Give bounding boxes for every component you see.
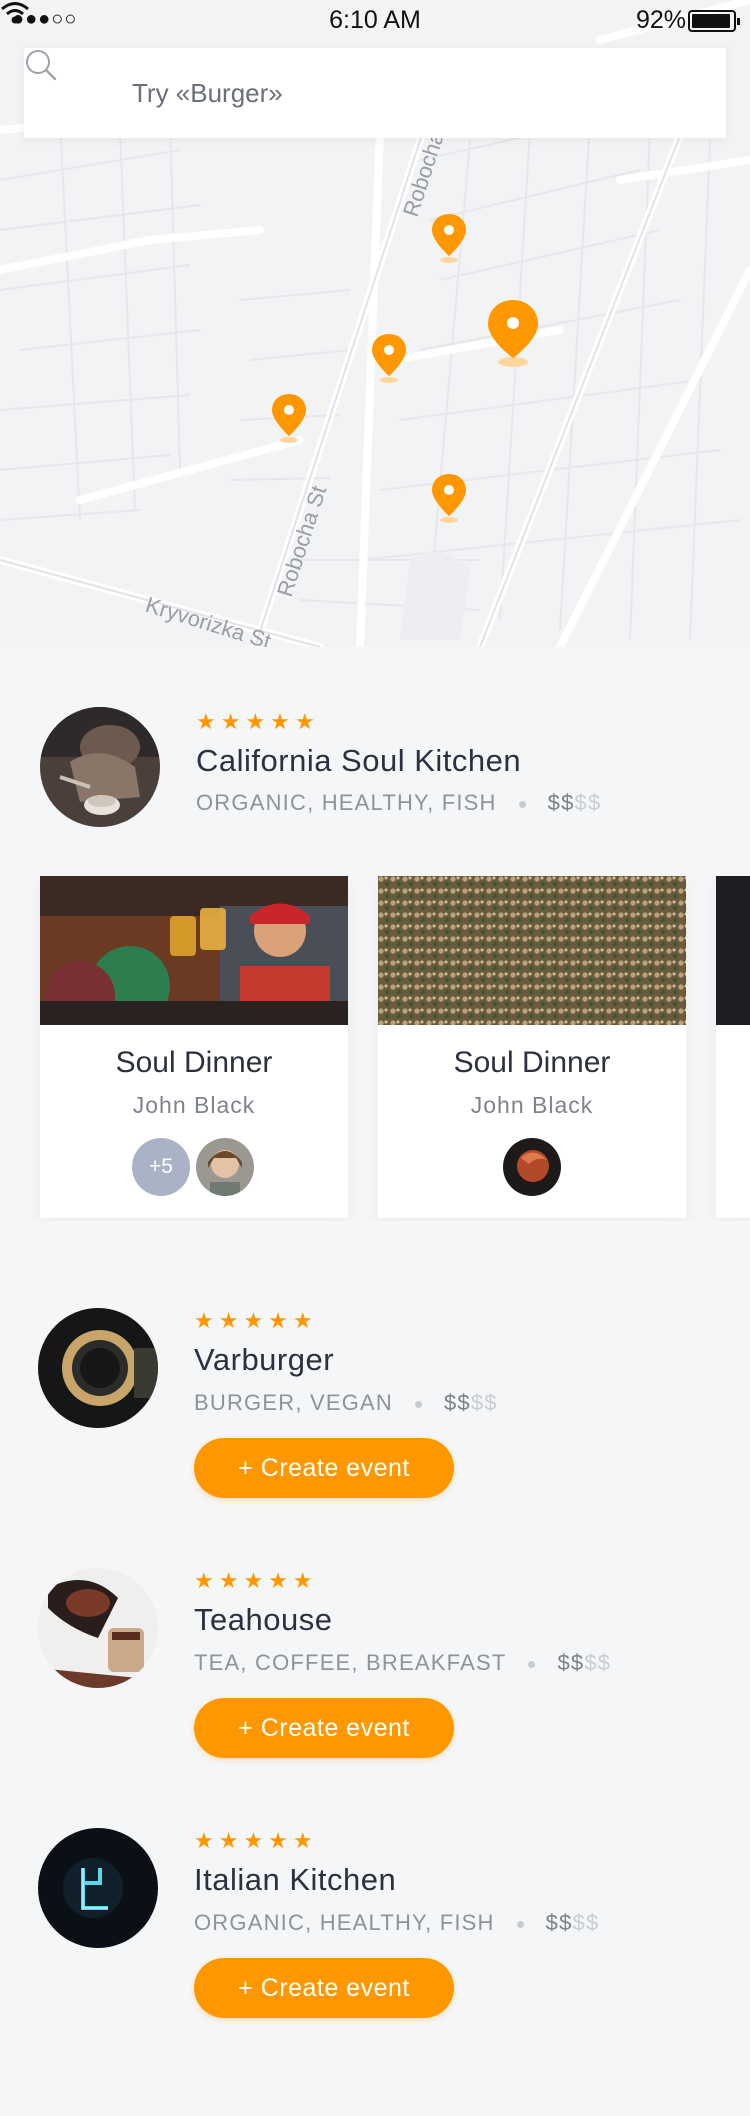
create-event-button[interactable]: + Create event bbox=[194, 1698, 454, 1758]
separator-dot bbox=[414, 1400, 422, 1408]
restaurant-tags-row: TEA, COFFEE, BREAKFAST $$$$ bbox=[194, 1650, 611, 1676]
price-level-active: $$ bbox=[557, 1650, 585, 1675]
guest-avatar[interactable] bbox=[503, 1138, 561, 1196]
map-marker-selected-icon[interactable] bbox=[486, 298, 540, 368]
restaurant-name: California Soul Kitchen bbox=[196, 743, 522, 778]
event-title: Soul Dinner bbox=[453, 1046, 611, 1079]
map-marker-icon[interactable] bbox=[430, 212, 468, 264]
event-card-partial[interactable] bbox=[716, 876, 750, 1218]
rating-stars: ★★★★★ bbox=[194, 1568, 318, 1593]
restaurant-tags: BURGER, VEGAN bbox=[194, 1390, 393, 1415]
rating-stars: ★★★★★ bbox=[194, 1828, 318, 1853]
event-image bbox=[716, 876, 750, 1025]
restaurant-tags-row: ORGANIC, HEALTHY, FISH $$$$ bbox=[196, 790, 601, 816]
restaurant-tags: ORGANIC, HEALTHY, FISH bbox=[196, 790, 497, 815]
restaurant-avatar bbox=[38, 1308, 158, 1428]
search-icon bbox=[26, 50, 57, 81]
restaurant-tags: TEA, COFFEE, BREAKFAST bbox=[194, 1650, 507, 1675]
price-level-inactive: $$ bbox=[574, 790, 602, 815]
create-event-button[interactable]: + Create event bbox=[194, 1438, 454, 1498]
restaurant-avatar bbox=[38, 1568, 158, 1688]
search-bar[interactable] bbox=[24, 48, 726, 138]
restaurant-tags: ORGANIC, HEALTHY, FISH bbox=[194, 1910, 495, 1935]
battery-percentage: 92% bbox=[635, 6, 686, 34]
event-host: John Black bbox=[132, 1092, 256, 1118]
events-carousel[interactable]: Soul Dinner John Black +5 Soul Dinner Jo… bbox=[0, 876, 750, 1221]
event-image bbox=[40, 876, 348, 1025]
separator-dot bbox=[518, 800, 526, 808]
extra-guests-badge[interactable]: +5 bbox=[132, 1138, 190, 1196]
rating-stars: ★★★★★ bbox=[196, 709, 320, 734]
map-view[interactable]: Robocha Robocha St Kryvorizka St ●●●○○ 6… bbox=[0, 0, 750, 647]
map-marker-icon[interactable] bbox=[270, 392, 308, 444]
restaurant-tags-row: ORGANIC, HEALTHY, FISH $$$$ bbox=[194, 1910, 599, 1936]
status-bar: ●●●○○ 6:10 AM 92% bbox=[0, 0, 750, 40]
price-level-active: $$ bbox=[547, 790, 575, 815]
price-level-active: $$ bbox=[443, 1390, 471, 1415]
map-marker-icon[interactable] bbox=[430, 472, 468, 524]
search-input[interactable] bbox=[132, 48, 692, 138]
restaurant-avatar bbox=[40, 707, 160, 827]
event-card[interactable]: Soul Dinner John Black bbox=[378, 876, 686, 1218]
event-card[interactable]: Soul Dinner John Black +5 bbox=[40, 876, 348, 1218]
price-level-active: $$ bbox=[545, 1910, 573, 1935]
rating-stars: ★★★★★ bbox=[194, 1308, 318, 1333]
guest-avatar[interactable] bbox=[196, 1138, 254, 1196]
app-root: Robocha Robocha St Kryvorizka St ●●●○○ 6… bbox=[0, 0, 750, 2116]
restaurant-avatar bbox=[38, 1828, 158, 1948]
event-image bbox=[378, 876, 686, 1025]
restaurant-item-featured[interactable]: ★★★★★ California Soul Kitchen ORGANIC, H… bbox=[0, 647, 750, 877]
price-level-inactive: $$ bbox=[470, 1390, 498, 1415]
restaurant-name: Italian Kitchen bbox=[194, 1862, 397, 1897]
battery-icon bbox=[688, 10, 740, 32]
restaurant-item[interactable]: ★★★★★ Varburger BURGER, VEGAN $$$$ + Crea… bbox=[0, 1300, 750, 1520]
price-level-inactive: $$ bbox=[572, 1910, 600, 1935]
restaurant-item[interactable]: ★★★★★ Italian Kitchen ORGANIC, HEALTHY, … bbox=[0, 1820, 750, 2040]
price-level-inactive: $$ bbox=[584, 1650, 612, 1675]
separator-dot bbox=[528, 1660, 536, 1668]
restaurant-tags-row: BURGER, VEGAN $$$$ bbox=[194, 1390, 498, 1416]
create-event-button[interactable]: + Create event bbox=[194, 1958, 454, 2018]
separator-dot bbox=[516, 1920, 524, 1928]
restaurant-name: Teahouse bbox=[194, 1602, 333, 1637]
map-marker-icon[interactable] bbox=[370, 332, 408, 384]
restaurant-name: Varburger bbox=[194, 1342, 335, 1377]
event-title: Soul Dinner bbox=[115, 1046, 273, 1079]
restaurant-item[interactable]: ★★★★★ Teahouse TEA, COFFEE, BREAKFAST $$$… bbox=[0, 1560, 750, 1780]
event-host: John Black bbox=[470, 1092, 594, 1118]
